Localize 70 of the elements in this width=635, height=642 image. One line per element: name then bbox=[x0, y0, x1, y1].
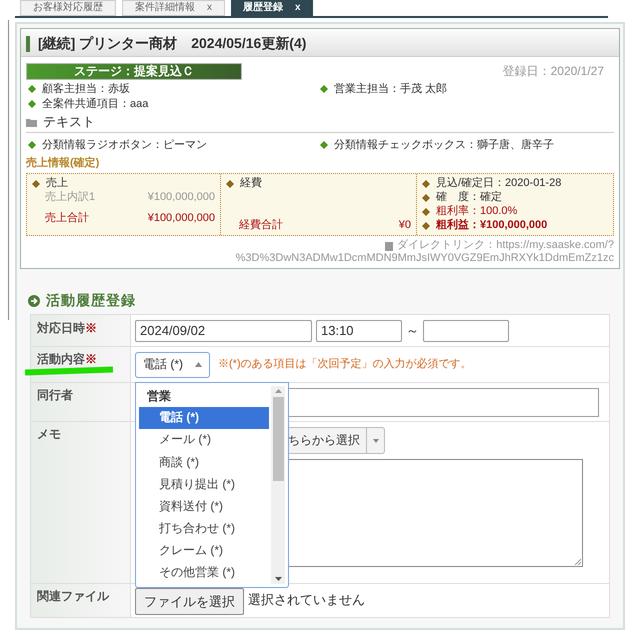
dropdown-option[interactable]: 資料送付 (*) bbox=[139, 495, 269, 518]
total-label: 経費合計 bbox=[239, 219, 283, 232]
diamond-bullet-icon bbox=[28, 141, 36, 149]
total-amount: ¥100,000,000 bbox=[148, 212, 215, 225]
field-label: 活動内容※ bbox=[37, 352, 98, 367]
deal-title: [継続] プリンター商材 2024/05/16更新(4) bbox=[38, 36, 306, 51]
dropdown-option[interactable]: 見積り提出 (*) bbox=[139, 473, 269, 496]
total-label: 売上合計 bbox=[45, 212, 89, 225]
date-input[interactable]: 2024/09/02 bbox=[135, 320, 312, 342]
info-text: 経費 bbox=[240, 177, 262, 190]
range-separator: ～ bbox=[406, 323, 419, 338]
dropdown-option[interactable]: 商談 (*) bbox=[139, 451, 269, 474]
dropdown-option[interactable]: 電話 (*) bbox=[139, 406, 269, 429]
diamond-bullet-icon bbox=[320, 85, 328, 93]
info-text: 見込/確定日：2020-01-28 bbox=[436, 177, 562, 190]
caret-up-icon bbox=[195, 362, 202, 367]
diamond-bullet-icon bbox=[28, 100, 36, 108]
diamond-bullet-icon bbox=[320, 141, 328, 149]
file-status: 選択されていません bbox=[248, 591, 365, 607]
registered-date: 登録日：2020/1/27 bbox=[502, 64, 604, 79]
document-icon bbox=[385, 240, 394, 250]
sales-heading: 売上情報(確定) bbox=[26, 156, 100, 171]
caret-down-icon bbox=[372, 438, 378, 442]
stage-bar: ステージ：提案見込Ｃ bbox=[26, 63, 242, 80]
dropdown-option[interactable]: メール (*) bbox=[139, 428, 269, 452]
activity-select[interactable]: 電話 (*) bbox=[135, 352, 210, 378]
end-time-input[interactable] bbox=[423, 320, 509, 342]
info-text: 分類情報チェックボックス：獅子唐、唐辛子 bbox=[334, 138, 554, 152]
diamond-bullet-icon bbox=[422, 180, 430, 188]
scroll-up-icon[interactable] bbox=[274, 389, 282, 393]
info-text: 粗利益：¥100,000,000 bbox=[436, 219, 548, 232]
scrollbar-thumb[interactable] bbox=[272, 397, 284, 481]
field-label: 同行者 bbox=[31, 383, 131, 421]
info-text: 確 度：確定 bbox=[436, 191, 502, 204]
tab[interactable]: お客様対応履歴 bbox=[20, 0, 116, 16]
time-input[interactable]: 13:10 bbox=[316, 320, 402, 342]
info-text: 売上 bbox=[46, 177, 68, 190]
info-text: 粗利率：100.0% bbox=[436, 205, 518, 218]
total-amount: ¥0 bbox=[398, 219, 411, 232]
diamond-bullet-icon bbox=[422, 222, 430, 230]
diamond-bullet-icon bbox=[422, 194, 430, 202]
folder-icon bbox=[26, 118, 37, 126]
section-heading: テキスト bbox=[43, 114, 95, 130]
scroll-down-icon[interactable] bbox=[274, 577, 282, 581]
choose-file-button[interactable]: ファイルを選択 bbox=[135, 588, 244, 615]
required-note: ※(*)のある項目は「次回予定」の入力が必須です。 bbox=[218, 357, 472, 372]
diamond-bullet-icon bbox=[422, 208, 430, 216]
resize-grip-icon bbox=[574, 558, 581, 565]
close-icon[interactable]: x bbox=[295, 3, 301, 13]
diamond-bullet-icon bbox=[32, 180, 40, 188]
dropdown-option[interactable]: その他営業 (*) bbox=[139, 562, 269, 584]
tab[interactable]: 案件詳細情報 x bbox=[122, 0, 225, 16]
field-label: メモ bbox=[31, 422, 131, 583]
tab[interactable]: 履歴登録 x bbox=[231, 0, 313, 16]
info-text: 顧客主担当：赤坂 bbox=[42, 82, 130, 96]
field-label: 関連ファイル bbox=[31, 584, 131, 617]
close-icon[interactable]: x bbox=[207, 3, 212, 13]
breakdown-amount: ¥100,000,000 bbox=[148, 191, 215, 204]
breakdown-label: 売上内訳1 bbox=[45, 191, 96, 204]
info-text: 分類情報ラジオボタン：ピーマン bbox=[42, 138, 207, 152]
option-group-label: 営業 bbox=[146, 388, 172, 405]
dropdown-option[interactable]: 打ち合わせ (*) bbox=[139, 518, 269, 540]
diamond-bullet-icon bbox=[226, 180, 234, 188]
arrow-circle-icon bbox=[28, 294, 40, 306]
info-text: 営業主担当：手茂 太郎 bbox=[334, 82, 448, 96]
info-text: 全案件共通項目：aaa bbox=[42, 97, 148, 111]
form-heading: 活動履歴登録 bbox=[46, 293, 136, 308]
diamond-bullet-icon bbox=[28, 85, 36, 93]
field-label: 対応日時※ bbox=[31, 315, 131, 346]
dropdown-option[interactable]: クレーム (*) bbox=[139, 540, 269, 562]
